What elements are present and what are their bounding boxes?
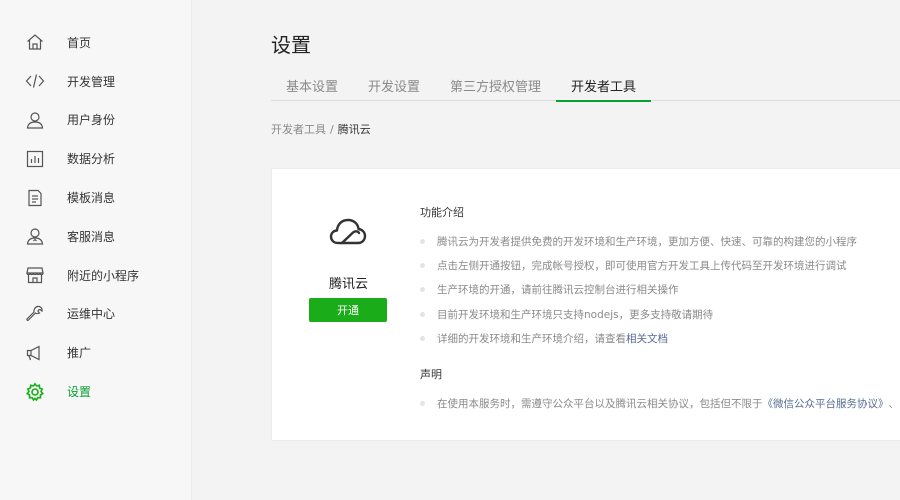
tab-developer-tools[interactable]: 开发者工具 — [556, 70, 652, 102]
sidebar-item-settings[interactable]: 设置 — [0, 372, 191, 411]
service-agreement-link[interactable]: 《微信公众平台服务协议》 — [763, 396, 889, 411]
feature-intro-title: 功能介绍 — [420, 206, 464, 219]
sidebar-item-label: 推广 — [67, 346, 92, 361]
sidebar-item-label: 设置 — [67, 385, 92, 400]
code-icon — [24, 70, 46, 92]
bullet-dot — [420, 311, 425, 317]
statement-title: 声明 — [420, 367, 442, 381]
bullet-dot — [420, 336, 425, 342]
tab-development-settings[interactable]: 开发设置 — [353, 70, 435, 101]
product-name: 腾讯云 — [328, 277, 368, 292]
product-panel: 腾讯云 开通 — [272, 169, 422, 442]
cloud-icon — [329, 217, 367, 247]
tab-basic-settings[interactable]: 基本设置 — [271, 70, 353, 101]
main-content: 设置 基本设置 开发设置 第三方授权管理 开发者工具 开发者工具 / 腾讯云 腾讯云… — [193, 0, 900, 500]
wrench-icon — [24, 303, 46, 325]
sidebar-item-development[interactable]: 开发管理 — [0, 62, 191, 101]
chart-icon — [24, 148, 46, 170]
gear-icon — [24, 381, 46, 403]
tab-third-party-authorization[interactable]: 第三方授权管理 — [435, 70, 556, 101]
list-item: 目前开发环境和生产环境只支持nodejs，更多支持敬请期待 — [420, 302, 900, 326]
activate-button[interactable]: 开通 — [309, 298, 387, 322]
breadcrumb-separator: / — [330, 123, 334, 136]
sidebar-item-customer-service[interactable]: 客服消息 — [0, 217, 191, 256]
tab-bar: 基本设置 开发设置 第三方授权管理 开发者工具 — [271, 70, 900, 102]
sidebar-item-label: 开发管理 — [67, 74, 116, 89]
breadcrumb-parent[interactable]: 开发者工具 — [271, 123, 326, 136]
sidebar-item-label: 附近的小程序 — [67, 268, 140, 283]
megaphone-icon — [24, 342, 46, 364]
sidebar-item-template-messages[interactable]: 模板消息 — [0, 178, 191, 217]
sidebar-item-label: 客服消息 — [67, 229, 116, 244]
store-icon — [24, 264, 46, 286]
sidebar: 首页 开发管理 用户身份 数据分析 模板消息 客服消息 附近的小程序 运维中心 … — [0, 0, 192, 500]
sidebar-item-nearby-mini-programs[interactable]: 附近的小程序 — [0, 256, 191, 295]
bullet-dot — [420, 400, 425, 406]
sidebar-item-user-identity[interactable]: 用户身份 — [0, 101, 191, 140]
sidebar-item-label: 用户身份 — [67, 113, 116, 128]
list-item: 在使用本服务时，需遵守公众平台以及腾讯云相关协议，包括但不限于 《微信公众平台服务… — [420, 391, 900, 415]
sidebar-item-promotion[interactable]: 推广 — [0, 333, 191, 372]
sidebar-item-label: 首页 — [67, 35, 92, 50]
sidebar-item-label: 数据分析 — [67, 152, 116, 167]
info-panel: 功能介绍 腾讯云为开发者提供免费的开发环境和生产环境，更加方便、快速、可靠的构建… — [420, 204, 900, 415]
user-icon — [24, 109, 46, 131]
customer-service-icon — [24, 225, 46, 247]
list-item: 详细的开发环境和生产环境介绍，请查看 相关文档 — [420, 327, 900, 351]
home-icon — [24, 31, 46, 53]
list-item: 生产环境的开通，请前往腾讯云控制台进行相关操作 — [420, 278, 900, 302]
sidebar-item-operations-center[interactable]: 运维中心 — [0, 295, 191, 334]
bullet-dot — [420, 287, 425, 293]
breadcrumb: 开发者工具 / 腾讯云 — [271, 121, 371, 137]
bullet-dot — [420, 238, 425, 244]
related-docs-link[interactable]: 相关文档 — [626, 331, 668, 346]
page-title: 设置 — [271, 33, 311, 57]
breadcrumb-current: 腾讯云 — [337, 123, 371, 136]
bullet-dot — [420, 263, 425, 269]
list-item: 点击左侧开通按钮，完成帐号授权，即可使用官方开发工具上传代码至开发环境进行调试 — [420, 253, 900, 277]
document-icon — [24, 187, 46, 209]
sidebar-item-home[interactable]: 首页 — [0, 23, 191, 62]
sidebar-item-label: 运维中心 — [67, 307, 116, 322]
sidebar-item-label: 模板消息 — [67, 191, 116, 206]
sidebar-item-data-analysis[interactable]: 数据分析 — [0, 139, 191, 178]
list-item: 腾讯云为开发者提供免费的开发环境和生产环境，更加方便、快速、可靠的构建您的小程序 — [420, 229, 900, 253]
service-card: 腾讯云 开通 功能介绍 腾讯云为开发者提供免费的开发环境和生产环境，更加方便、快… — [271, 168, 900, 441]
